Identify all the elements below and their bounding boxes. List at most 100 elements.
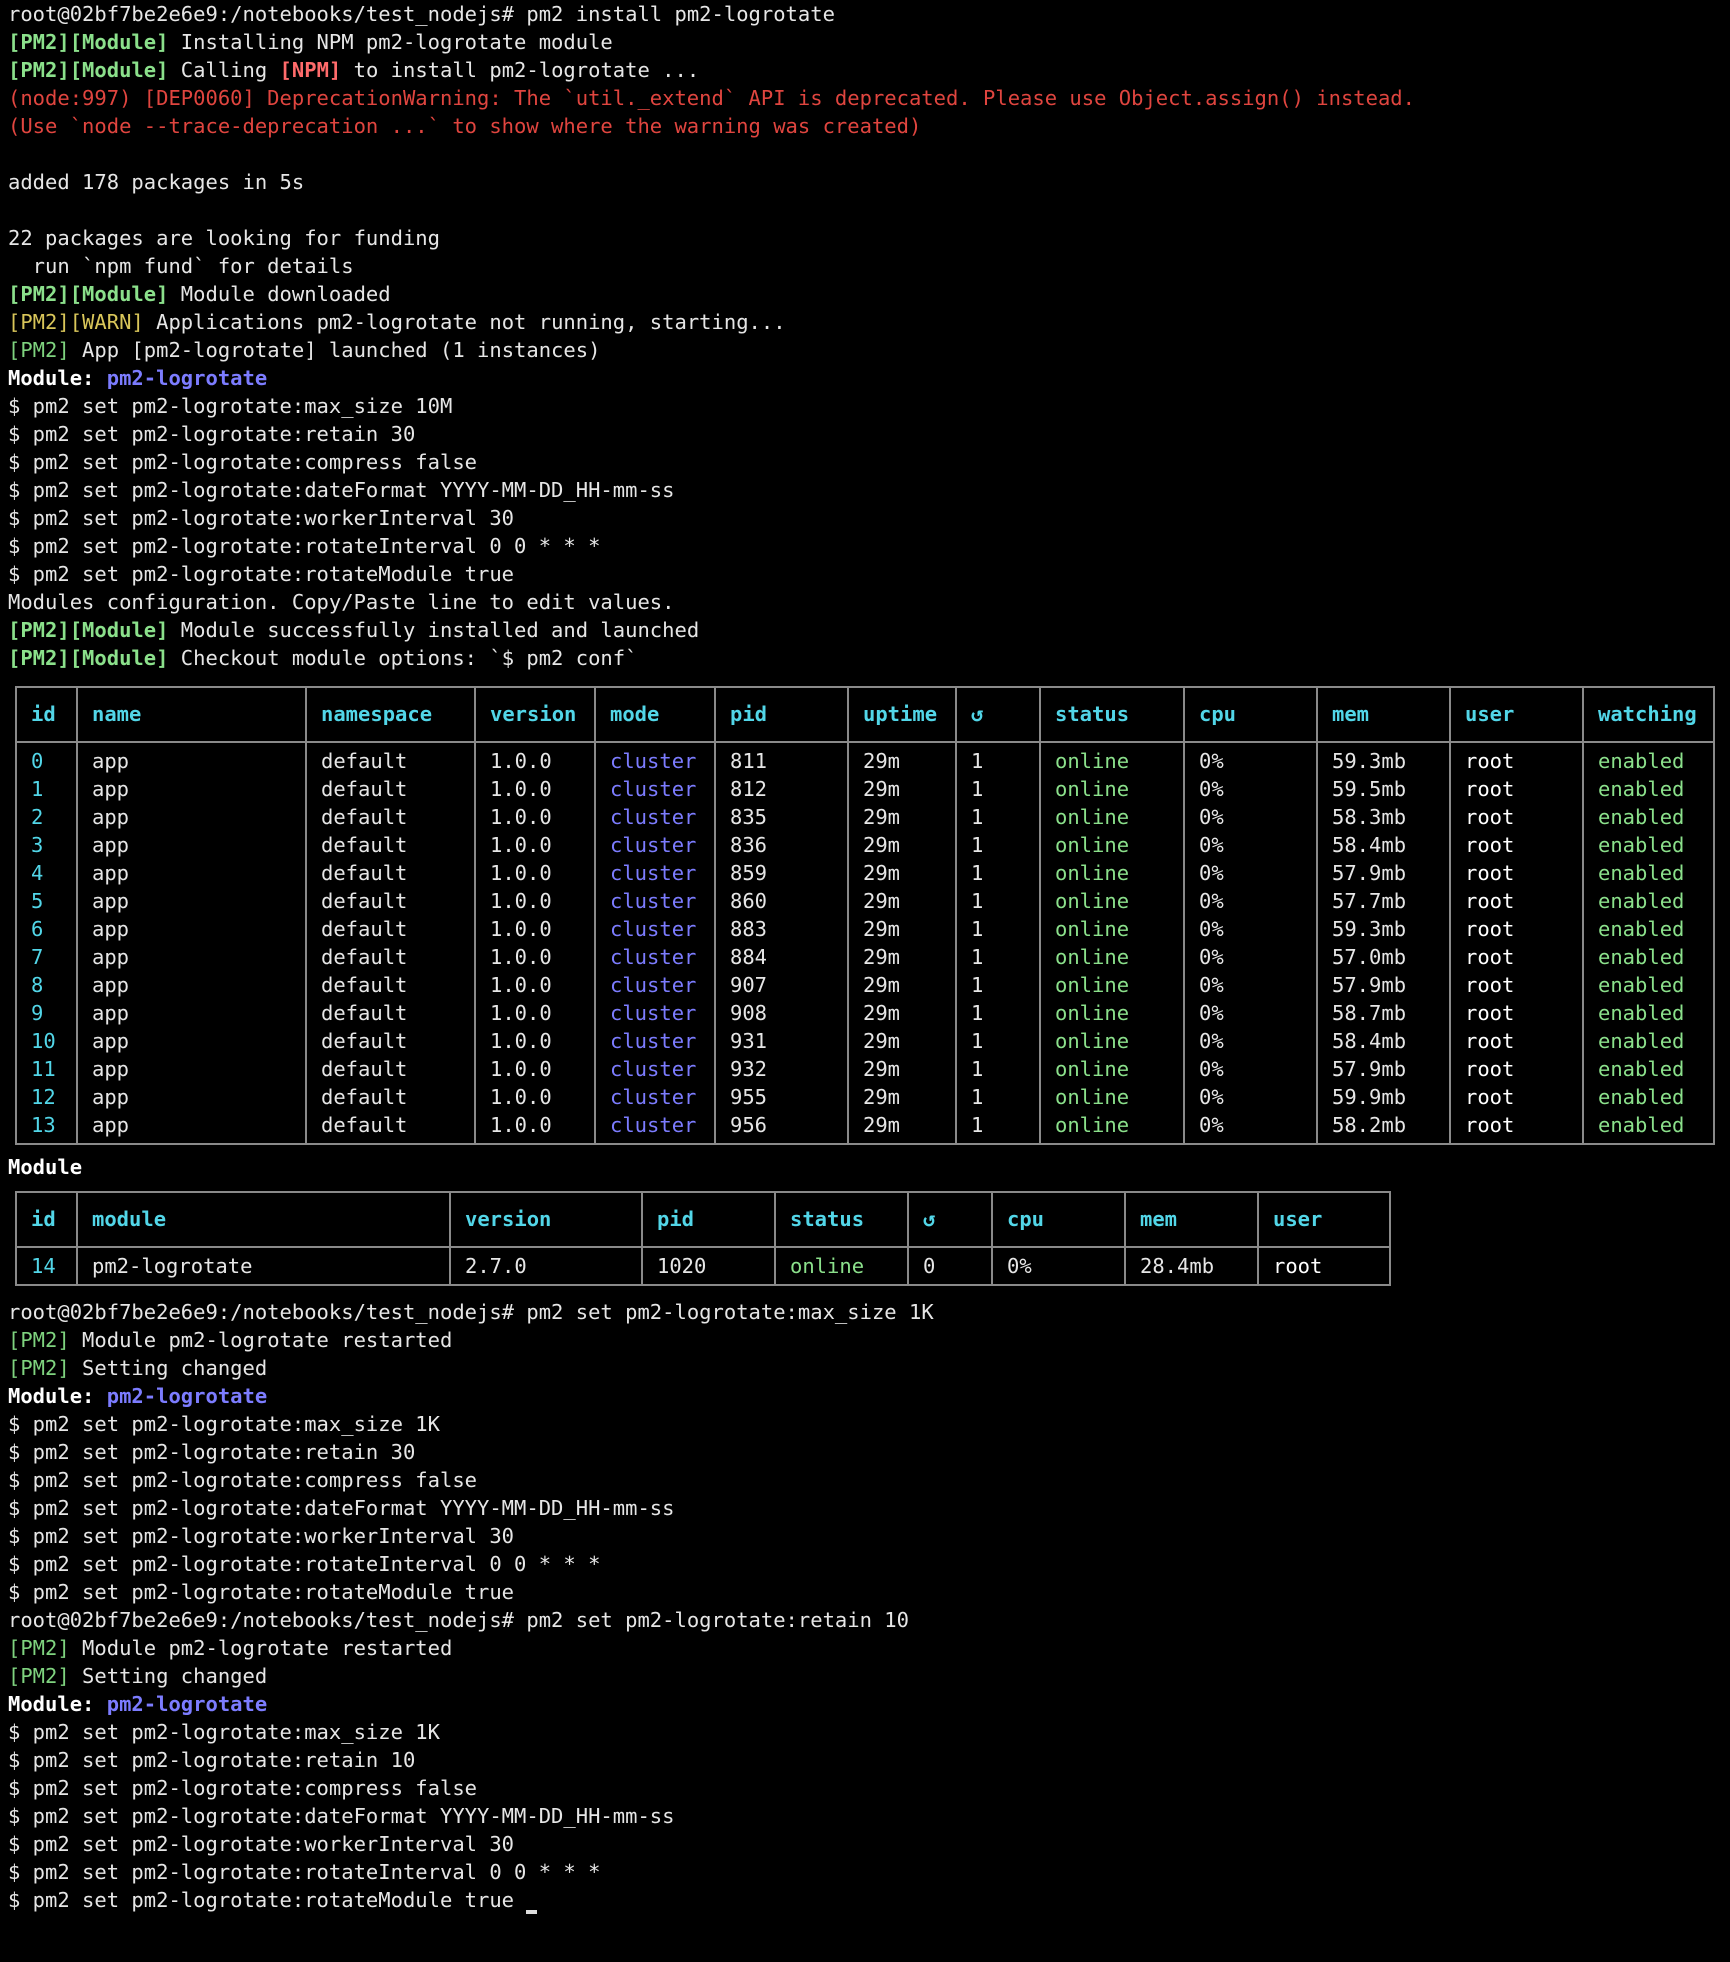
cell-mem: 59.9mb [1316,1083,1451,1111]
cell-mem: 28.4mb [1124,1252,1259,1285]
cell-id: 3 [15,831,78,859]
log-text: Module successfully installed and launch… [168,618,700,642]
cell-restarts: 1 [955,803,1041,831]
cell-uptime: 29m [847,971,957,999]
cell-version: 1.0.0 [474,887,596,915]
config-line: $ pm2 set pm2-logrotate:workerInterval 3… [8,1832,515,1856]
cell-watching: enabled [1582,887,1715,915]
module-heading: Module: pm2-logrotate [8,1382,1730,1410]
cell-cpu: 0% [1183,943,1318,971]
cell-watching: enabled [1582,943,1715,971]
config-line: $ pm2 set pm2-logrotate:workerInterval 3… [8,1524,515,1548]
log-text: Module pm2-logrotate restarted [69,1636,453,1660]
column-header: uptime [847,687,957,743]
cell-name: app [76,915,307,943]
cell-restarts: 1 [955,775,1041,803]
cell-cpu: 0% [1183,775,1318,803]
cell-watching: enabled [1582,803,1715,831]
cell-status: online [1039,999,1185,1027]
cell-version: 2.7.0 [449,1252,643,1285]
config-text: $ pm2 set pm2-logrotate:rotateModule tru… [8,1888,515,1912]
log-text: Module downloaded [168,282,391,306]
cell-namespace: default [305,943,476,971]
cell-id: 1 [15,775,78,803]
config-line: $ pm2 set pm2-logrotate:compress false [8,450,477,474]
cell-mem: 58.2mb [1316,1111,1451,1144]
log-line: [PM2] Module pm2-logrotate restarted [8,1634,1730,1662]
cell-uptime: 29m [847,1111,957,1144]
cell-status: online [1039,1055,1185,1083]
config-line: $ pm2 set pm2-logrotate:rotateModule tru… [8,562,515,586]
table-row: 13 app default 1.0.0 cluster 956 29m 1 online 0% 5… [15,1111,1715,1144]
cell-version: 1.0.0 [474,1027,596,1055]
cell-uptime: 29m [847,747,957,775]
cell-pid: 907 [714,971,849,999]
warn-tag: [WARN] [69,310,144,334]
cell-cpu: 0% [1183,915,1318,943]
log-text: Setting changed [69,1356,268,1380]
cell-mode: cluster [594,915,716,943]
column-header: user [1257,1192,1391,1248]
table-row: 9 app default 1.0.0 cluster 908 29m 1 online 0% 58… [15,999,1715,1027]
cell-uptime: 29m [847,887,957,915]
column-header: status [774,1192,909,1248]
config-line: $ pm2 set pm2-logrotate:dateFormat YYYY-… [8,1804,675,1828]
column-header: id [15,1192,78,1248]
module-heading: Module: pm2-logrotate [8,1690,1730,1718]
cell-uptime: 29m [847,915,957,943]
log-line: [PM2] Setting changed [8,1662,1730,1690]
cell-status: online [1039,803,1185,831]
cell-status: online [774,1252,909,1285]
cell-mem: 58.4mb [1316,831,1451,859]
cell-mode: cluster [594,999,716,1027]
cell-pid: 836 [714,831,849,859]
command-line: root@02bf7be2e6e9:/notebooks/test_nodejs… [8,1298,1730,1326]
module-name: pm2-logrotate [106,366,268,390]
cell-mem: 58.4mb [1316,1027,1451,1055]
cell-namespace: default [305,1027,476,1055]
cell-pid: 931 [714,1027,849,1055]
cell-namespace: default [305,999,476,1027]
cell-user: root [1449,1083,1584,1111]
column-header: mem [1124,1192,1259,1248]
cell-user: root [1449,999,1584,1027]
terminal-cursor[interactable] [526,1910,538,1914]
config-line: $ pm2 set pm2-logrotate:rotateModule tru… [8,1580,515,1604]
module-label: Module: [8,1692,95,1716]
pm2-tag: [PM2] [8,310,70,334]
cell-namespace: default [305,887,476,915]
cell-mode: cluster [594,859,716,887]
table-row: 4 app default 1.0.0 cluster 859 29m 1 online 0% 57… [15,859,1715,887]
cell-watching: enabled [1582,1083,1715,1111]
cell-version: 1.0.0 [474,775,596,803]
cell-namespace: default [305,1083,476,1111]
cell-uptime: 29m [847,999,957,1027]
cell-user: root [1449,1111,1584,1144]
cell-mode: cluster [594,831,716,859]
cell-pid: 859 [714,859,849,887]
cell-name: app [76,1083,307,1111]
cell-mem: 58.7mb [1316,999,1451,1027]
cell-mode: cluster [594,775,716,803]
cell-status: online [1039,915,1185,943]
cell-id: 12 [15,1083,78,1111]
cell-restarts: 1 [955,915,1041,943]
column-header: version [474,687,596,743]
cell-status: online [1039,859,1185,887]
column-header: mem [1316,687,1451,743]
cell-cpu: 0% [1183,1083,1318,1111]
cell-version: 1.0.0 [474,999,596,1027]
config-line: $ pm2 set pm2-logrotate:dateFormat YYYY-… [8,478,675,502]
cell-watching: enabled [1582,859,1715,887]
cell-namespace: default [305,1111,476,1144]
cell-user: root [1449,943,1584,971]
cell-restarts: 1 [955,971,1041,999]
cell-name: app [76,1111,307,1144]
config-line: $ pm2 set pm2-logrotate:retain 10 [8,1748,416,1772]
module-label: Module: [8,366,95,390]
cell-status: online [1039,971,1185,999]
table-header-row: id name namespace version mode pid uptime ↺ stat… [15,687,1715,743]
log-line: [PM2] Module pm2-logrotate restarted [8,1326,1730,1354]
cell-user: root [1449,831,1584,859]
cell-name: app [76,775,307,803]
